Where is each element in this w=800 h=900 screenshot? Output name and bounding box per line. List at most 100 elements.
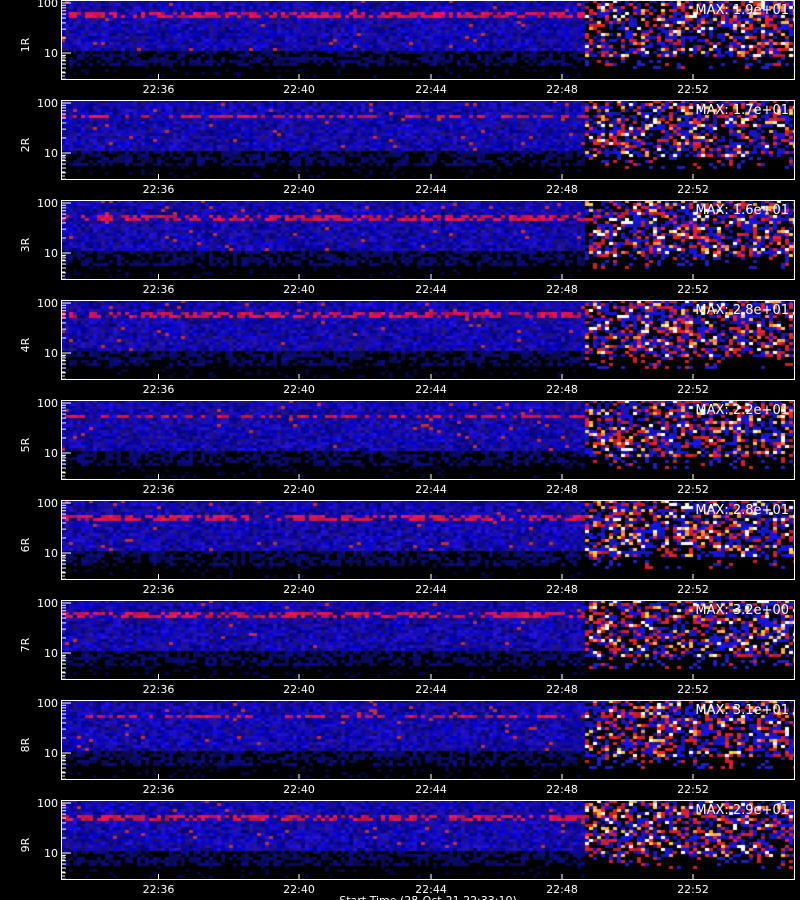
x-tick-label: 22:40 <box>283 283 315 296</box>
x-tick-label: 22:44 <box>415 83 447 96</box>
spectrogram-image <box>61 700 795 780</box>
y-tick-label: 100 <box>37 297 58 310</box>
spectrogram-panel: 10 100 5R MAX: 2.2e+01 22:36 22:40 22:44 22:48 2… <box>19 397 795 496</box>
panel-ylabel: 9R <box>19 837 32 852</box>
spectrogram-image <box>61 800 795 880</box>
spectrogram-stack: 10 100 1R MAX: 1.9e+01 22:36 22:40 22:44 22:48 2… <box>19 0 795 900</box>
x-tick-label: 22:40 <box>283 783 315 796</box>
x-tick-label: 22:40 <box>283 583 315 596</box>
panel-ylabel: 4R <box>19 337 32 352</box>
x-tick-label: 22:40 <box>283 183 315 196</box>
y-tick-label: 10 <box>44 147 58 160</box>
max-annotation: MAX: 2.2e+01 <box>695 403 789 418</box>
x-tick-label: 22:36 <box>143 783 175 796</box>
x-tick-label: 22:44 <box>415 183 447 196</box>
spectrogram-image <box>61 100 795 180</box>
spectrogram-panel: 10 100 2R MAX: 1.7e+01 22:36 22:40 22:44 22:48 2… <box>19 97 795 196</box>
y-tick-label: 10 <box>44 647 58 660</box>
x-tick-label: 22:36 <box>143 683 175 696</box>
y-tick-label: 100 <box>37 497 58 510</box>
x-tick-label: 22:36 <box>143 483 175 496</box>
spectrogram-image <box>61 200 795 280</box>
x-tick-label: 22:52 <box>677 583 709 596</box>
x-tick-label: 22:48 <box>546 483 578 496</box>
panel-ylabel: 5R <box>19 437 32 452</box>
x-tick-label: 22:52 <box>677 283 709 296</box>
x-tick-label: 22:40 <box>283 683 315 696</box>
x-tick-label: 22:52 <box>677 183 709 196</box>
max-annotation: MAX: 3.1e+01 <box>695 703 789 718</box>
panel-ylabel: 1R <box>19 37 32 52</box>
spectrogram-panel: 10 100 3R MAX: 1.6e+01 22:36 22:40 22:44 22:48 2… <box>19 197 795 296</box>
spectrogram-panel: 10 100 4R MAX: 2.8e+01 22:36 22:40 22:44 22:48 2… <box>19 297 795 396</box>
y-tick-label: 10 <box>44 547 58 560</box>
x-tick-label: 22:52 <box>677 483 709 496</box>
x-tick-label: 22:36 <box>143 283 175 296</box>
x-tick-label: 22:48 <box>546 183 578 196</box>
spectrogram-figure: 10 100 1R MAX: 1.9e+01 22:36 22:40 22:44 22:48 2… <box>0 0 800 900</box>
x-tick-label: 22:44 <box>415 783 447 796</box>
x-tick-label: 22:44 <box>415 383 447 396</box>
max-annotation: MAX: 2.8e+01 <box>695 503 789 518</box>
x-tick-label: 22:36 <box>143 83 175 96</box>
y-tick-label: 100 <box>37 797 58 810</box>
x-tick-label: 22:44 <box>415 283 447 296</box>
spectrogram-panel: 10 100 8R MAX: 3.1e+01 22:36 22:40 22:44 22:48 2… <box>19 697 795 796</box>
spectrogram-image <box>61 600 795 680</box>
x-tick-label: 22:52 <box>677 783 709 796</box>
x-tick-label: 22:48 <box>546 883 578 896</box>
max-annotation: MAX: 3.2e+00 <box>695 603 789 618</box>
panel-ylabel: 7R <box>19 637 32 652</box>
spectrogram-panel: 10 100 6R MAX: 2.8e+01 22:36 22:40 22:44 22:48 2… <box>19 497 795 596</box>
x-tick-label: 22:40 <box>283 383 315 396</box>
spectrogram-panel: 10 100 7R MAX: 3.2e+00 22:36 22:40 22:44 22:48 2… <box>19 597 795 696</box>
x-tick-label: 22:36 <box>143 883 175 896</box>
panel-ylabel: 8R <box>19 737 32 752</box>
x-tick-label: 22:52 <box>677 83 709 96</box>
x-tick-label: 22:44 <box>415 483 447 496</box>
max-annotation: MAX: 2.9e+01 <box>695 803 789 818</box>
x-tick-label: 22:52 <box>677 883 709 896</box>
x-tick-label: 22:44 <box>415 683 447 696</box>
max-annotation: MAX: 1.7e+01 <box>695 103 789 118</box>
x-tick-label: 22:52 <box>677 383 709 396</box>
x-tick-label: 22:36 <box>143 583 175 596</box>
x-tick-label: 22:44 <box>415 583 447 596</box>
y-tick-label: 10 <box>44 447 58 460</box>
spectrogram-image <box>61 300 795 380</box>
x-tick-label: 22:48 <box>546 583 578 596</box>
x-tick-label: 22:48 <box>546 283 578 296</box>
max-annotation: MAX: 1.9e+01 <box>695 3 789 18</box>
y-tick-label: 100 <box>37 97 58 110</box>
x-tick-label: 22:52 <box>677 683 709 696</box>
panel-ylabel: 6R <box>19 537 32 552</box>
max-annotation: MAX: 1.6e+01 <box>695 203 789 218</box>
y-tick-label: 10 <box>44 247 58 260</box>
x-tick-label: 22:40 <box>283 83 315 96</box>
spectrogram-image <box>61 0 795 80</box>
x-tick-label: 22:36 <box>143 383 175 396</box>
panel-ylabel: 3R <box>19 237 32 252</box>
x-tick-label: 22:40 <box>283 483 315 496</box>
x-tick-label: 22:40 <box>283 883 315 896</box>
max-annotation: MAX: 2.8e+01 <box>695 303 789 318</box>
x-tick-label: 22:48 <box>546 383 578 396</box>
spectrogram-panel: 101009RMAX: 2.9e+0122:36 22:40 22:44 22:48 2… <box>19 797 795 896</box>
y-tick-label: 10 <box>44 47 58 60</box>
y-tick-label: 10 <box>44 847 58 860</box>
x-tick-label: 22:48 <box>546 683 578 696</box>
y-tick-label: 100 <box>37 697 58 710</box>
x-tick-label: 22:48 <box>546 83 578 96</box>
spectrogram-panel: 10 100 1R MAX: 1.9e+01 22:36 22:40 22:44 22:48 2… <box>19 0 795 96</box>
y-tick-label: 100 <box>37 597 58 610</box>
y-tick-label: 100 <box>37 0 58 10</box>
y-tick-label: 10 <box>44 747 58 760</box>
panel-ylabel: 2R <box>19 137 32 152</box>
y-tick-label: 100 <box>37 197 58 210</box>
x-tick-label: 22:48 <box>546 783 578 796</box>
y-tick-label: 10 <box>44 347 58 360</box>
spectrogram-image <box>61 400 795 480</box>
start-time-label: Start Time (28-Oct-21 22:33:10) <box>339 894 517 900</box>
x-tick-label: 22:36 <box>143 183 175 196</box>
spectrogram-image <box>61 500 795 580</box>
